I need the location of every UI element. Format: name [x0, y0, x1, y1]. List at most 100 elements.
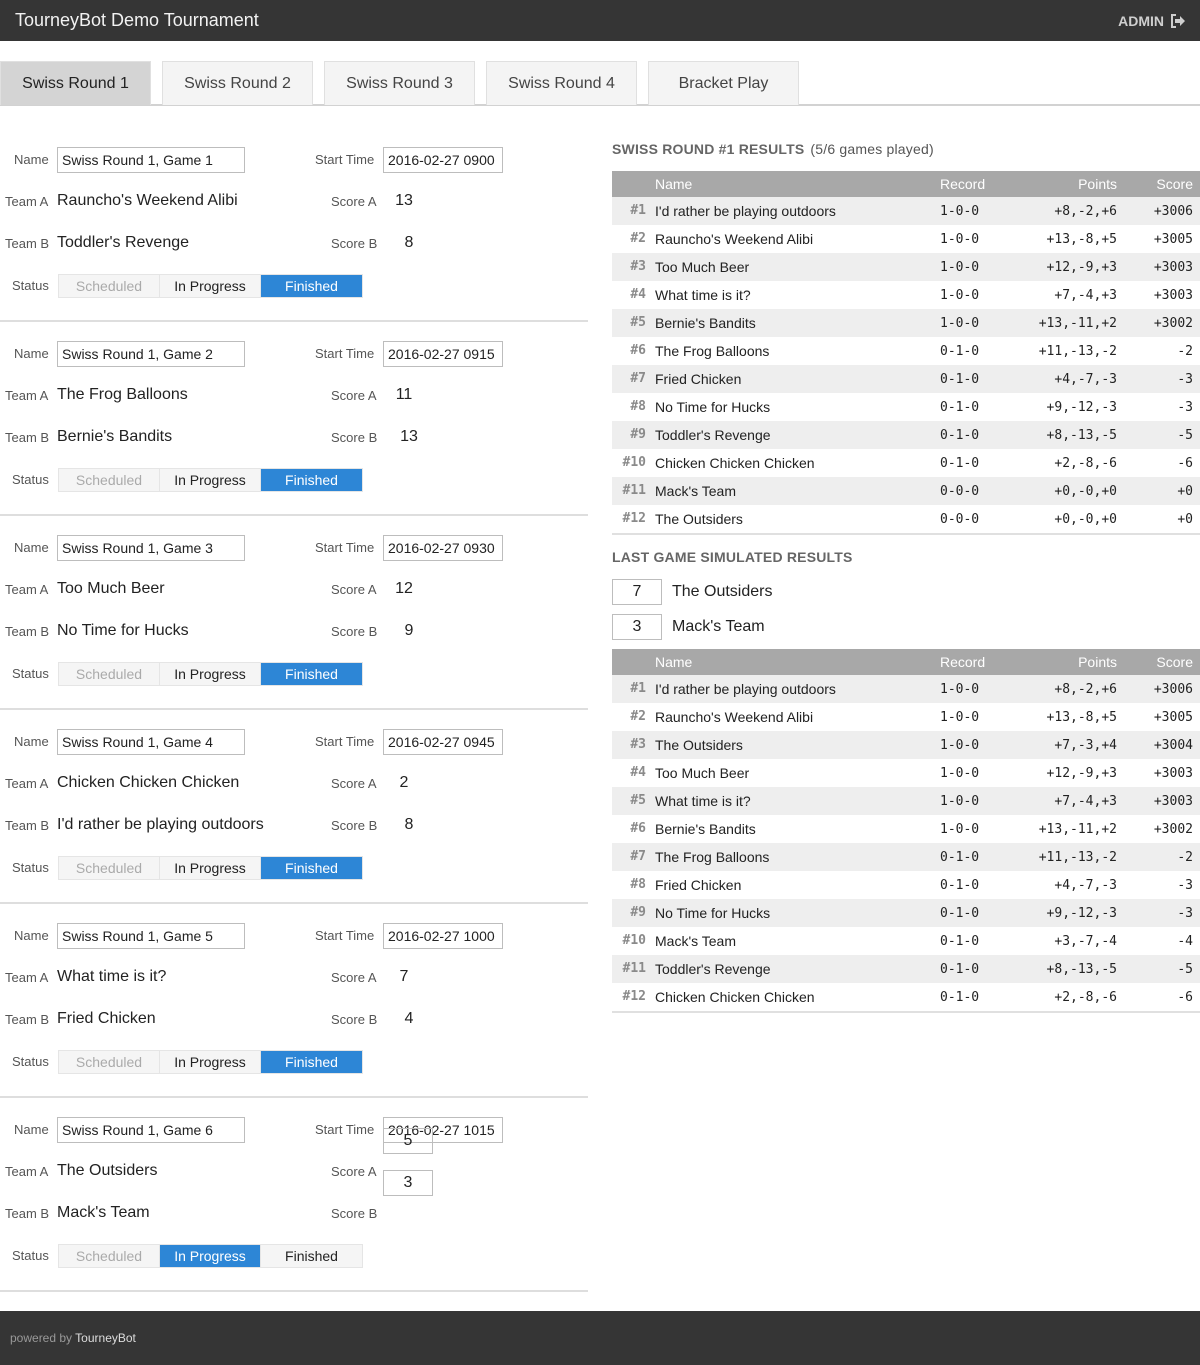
game-card: Name Swiss Round 1, Game 4 Start Time 20… — [0, 710, 588, 904]
game-name-input[interactable]: Swiss Round 1, Game 6 — [57, 1117, 245, 1143]
table-row: #10 Mack's Team 0-1-0 +3,-7,-4 -4 — [612, 927, 1200, 955]
rank-cell: #6 — [630, 343, 646, 358]
status-scheduled-button[interactable]: Scheduled — [59, 857, 160, 879]
start-time-input[interactable]: 2016-02-27 1000 — [383, 923, 503, 949]
table-row: #3 The Outsiders 1-0-0 +7,-3,+4 +3004 — [612, 731, 1200, 759]
game-name-input[interactable]: Swiss Round 1, Game 4 — [57, 729, 245, 755]
brand-link[interactable]: TourneyBot — [75, 1331, 136, 1345]
status-in-progress-button[interactable]: In Progress — [160, 663, 261, 685]
status-scheduled-button[interactable]: Scheduled — [59, 469, 160, 491]
score-cell: -5 — [1177, 428, 1193, 443]
score-a-input[interactable]: 5 — [383, 1128, 433, 1154]
game-name-input[interactable]: Swiss Round 1, Game 2 — [57, 341, 245, 367]
score-b-label: Score B — [331, 818, 378, 833]
table-row: #11 Toddler's Revenge 0-1-0 +8,-13,-5 -5 — [612, 955, 1200, 983]
status-toggle: Scheduled In Progress Finished — [58, 468, 363, 492]
admin-menu[interactable]: ADMIN — [1118, 13, 1186, 29]
score-cell: -5 — [1177, 962, 1193, 977]
record-cell: 0-1-0 — [940, 344, 980, 359]
score-b-input[interactable]: 3 — [383, 1170, 433, 1196]
team-name-cell: I'd rather be playing outdoors — [655, 681, 836, 697]
team-a-label: Team A — [5, 194, 49, 209]
start-time-input[interactable]: 2016-02-27 0915 — [383, 341, 503, 367]
score-b-label: Score B — [331, 430, 378, 445]
status-in-progress-button[interactable]: In Progress — [160, 275, 261, 297]
score-cell: +3006 — [1153, 204, 1193, 219]
status-finished-button[interactable]: Finished — [261, 275, 362, 297]
team-name-cell: Fried Chicken — [655, 877, 742, 893]
table-row: #6 The Frog Balloons 0-1-0 +11,-13,-2 -2 — [612, 337, 1200, 365]
status-scheduled-button[interactable]: Scheduled — [59, 1245, 160, 1267]
status-scheduled-button[interactable]: Scheduled — [59, 663, 160, 685]
team-b-label: Team B — [5, 1012, 50, 1027]
status-finished-button[interactable]: Finished — [261, 1051, 362, 1073]
start-time-input[interactable]: 2016-02-27 0930 — [383, 535, 503, 561]
record-cell: 0-1-0 — [940, 850, 980, 865]
status-label: Status — [12, 278, 49, 293]
tab-bracket-play[interactable]: Bracket Play — [648, 61, 799, 105]
score-cell: +3003 — [1153, 260, 1193, 275]
status-in-progress-button[interactable]: In Progress — [160, 1245, 261, 1267]
score-a-label: Score A — [331, 1164, 377, 1179]
game-name-input[interactable]: Swiss Round 1, Game 3 — [57, 535, 245, 561]
table-header: Name Record Points Score — [612, 649, 1200, 675]
score-a-value: 7 — [399, 968, 409, 985]
record-cell: 1-0-0 — [940, 316, 980, 331]
score-b-label: Score B — [331, 1012, 378, 1027]
status-in-progress-button[interactable]: In Progress — [160, 857, 261, 879]
start-time-input[interactable]: 2016-02-27 0945 — [383, 729, 503, 755]
col-record: Record — [940, 654, 986, 670]
tab-swiss-round-1[interactable]: Swiss Round 1 — [0, 61, 151, 105]
score-a-value: 12 — [395, 580, 413, 597]
game-name-input[interactable]: Swiss Round 1, Game 5 — [57, 923, 245, 949]
status-finished-button[interactable]: Finished — [261, 663, 362, 685]
status-label: Status — [12, 1248, 49, 1263]
team-b-label: Team B — [5, 624, 50, 639]
points-cell: +2,-8,-6 — [1054, 456, 1117, 471]
table-row: #1 I'd rather be playing outdoors 1-0-0 … — [612, 197, 1200, 225]
tab-swiss-round-2[interactable]: Swiss Round 2 — [162, 61, 313, 105]
col-score: Score — [1156, 176, 1193, 192]
status-scheduled-button[interactable]: Scheduled — [59, 1051, 160, 1073]
team-b-label: Team B — [5, 430, 50, 445]
status-finished-button[interactable]: Finished — [261, 469, 362, 491]
points-cell: +8,-13,-5 — [1046, 962, 1117, 977]
game-card: Name Swiss Round 1, Game 3 Start Time 20… — [0, 516, 588, 710]
sign-out-icon — [1171, 14, 1185, 28]
status-finished-button[interactable]: Finished — [261, 1245, 362, 1267]
score-b-value: 13 — [400, 428, 418, 445]
record-cell: 1-0-0 — [940, 204, 980, 219]
table-row: #9 No Time for Hucks 0-1-0 +9,-12,-3 -3 — [612, 899, 1200, 927]
team-a-label: Team A — [5, 1164, 49, 1179]
rank-cell: #1 — [630, 203, 646, 218]
record-cell: 1-0-0 — [940, 738, 980, 753]
table-row: #5 Bernie's Bandits 1-0-0 +13,-11,+2 +30… — [612, 309, 1200, 337]
score-cell: +0 — [1177, 484, 1193, 499]
start-time-label: Start Time — [315, 346, 375, 361]
rank-cell: #11 — [622, 483, 646, 498]
start-time-input[interactable]: 2016-02-27 0900 — [383, 147, 503, 173]
team-name-cell: What time is it? — [655, 287, 751, 303]
game-name-input[interactable]: Swiss Round 1, Game 1 — [57, 147, 245, 173]
score-cell: +3002 — [1153, 822, 1193, 837]
status-finished-button[interactable]: Finished — [261, 857, 362, 879]
score-b-value: 9 — [404, 622, 414, 639]
status-scheduled-button[interactable]: Scheduled — [59, 275, 160, 297]
col-score: Score — [1156, 654, 1193, 670]
status-in-progress-button[interactable]: In Progress — [160, 469, 261, 491]
points-cell: +3,-7,-4 — [1054, 934, 1117, 949]
team-b-label: Team B — [5, 818, 50, 833]
team-a-name: The Frog Balloons — [57, 386, 188, 403]
col-points: Points — [1078, 176, 1117, 192]
score-b-value: 4 — [404, 1010, 414, 1027]
tab-swiss-round-3[interactable]: Swiss Round 3 — [324, 61, 475, 105]
score-b-label: Score B — [331, 624, 378, 639]
footer: powered by TourneyBot — [0, 1311, 1200, 1365]
record-cell: 0-1-0 — [940, 990, 980, 1005]
status-in-progress-button[interactable]: In Progress — [160, 1051, 261, 1073]
team-name-cell: The Outsiders — [655, 737, 743, 753]
tab-swiss-round-4[interactable]: Swiss Round 4 — [486, 61, 637, 105]
name-label: Name — [14, 1122, 49, 1137]
col-record: Record — [940, 176, 986, 192]
points-cell: +11,-13,-2 — [1038, 850, 1117, 865]
